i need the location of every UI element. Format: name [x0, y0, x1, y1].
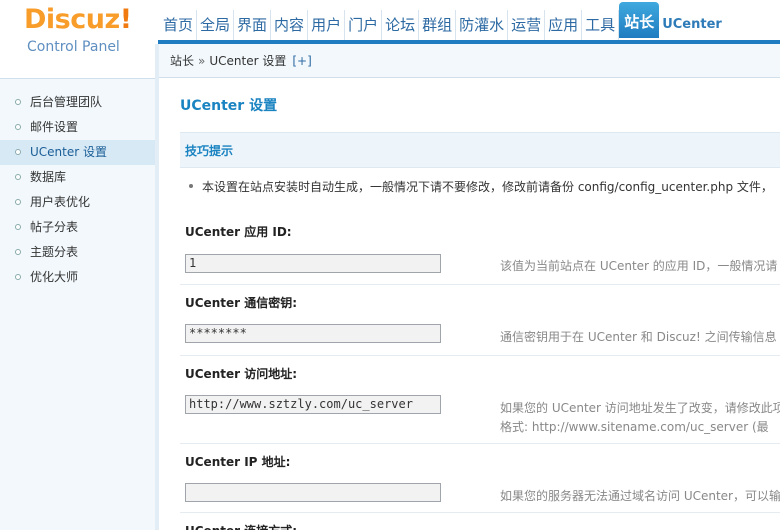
circle-bullet-icon: [15, 224, 21, 230]
nav-item-users[interactable]: 用户: [308, 10, 346, 40]
circle-bullet-icon: [15, 249, 21, 255]
row-divider: [180, 443, 780, 444]
comm-key-label: UCenter 通信密钥:: [185, 296, 298, 310]
access-url-input[interactable]: http://www.sztzly.com/uc_server: [185, 395, 441, 414]
circle-bullet-icon: [15, 99, 21, 105]
comm-key-input[interactable]: ********: [185, 324, 441, 343]
ip-address-input[interactable]: [185, 483, 441, 502]
connect-method-label: UCenter 连接方式:: [185, 522, 297, 530]
sidebar-item-thread-split[interactable]: 主题分表: [0, 240, 155, 265]
ip-address-description: 如果您的服务器无法通过域名访问 UCenter，可以输: [500, 489, 780, 503]
ip-address-label: UCenter IP 地址:: [185, 455, 291, 469]
breadcrumb: 站长 » UCenter 设置 [+]: [159, 44, 780, 78]
breadcrumb-separator: »: [198, 54, 206, 68]
app-id-input[interactable]: 1: [185, 254, 441, 273]
logo-subtitle: Control Panel: [27, 39, 120, 55]
nav-item-founder[interactable]: 站长: [619, 2, 660, 38]
circle-bullet-icon: [15, 174, 21, 180]
sidebar-item-post-split[interactable]: 帖子分表: [0, 215, 155, 240]
sidebar-item-ucenter[interactable]: UCenter 设置: [0, 140, 155, 165]
circle-bullet-icon: [15, 149, 21, 155]
add-shortcut-button[interactable]: [+]: [292, 54, 311, 68]
nav-item-global[interactable]: 全局: [197, 10, 235, 40]
circle-bullet-icon: [15, 124, 21, 130]
row-divider: [180, 284, 780, 285]
nav-item-tools[interactable]: 工具: [582, 10, 620, 40]
row-divider: [180, 512, 780, 513]
nav-item-forum[interactable]: 论坛: [382, 10, 420, 40]
nav-item-apps[interactable]: 应用: [545, 10, 583, 40]
discuz-logo[interactable]: Discuz!: [24, 6, 132, 34]
breadcrumb-current: UCenter 设置: [209, 54, 287, 68]
tips-header: 技巧提示: [180, 132, 780, 168]
nav-item-antispam[interactable]: 防灌水: [456, 10, 509, 40]
breadcrumb-home[interactable]: 站长: [170, 54, 194, 68]
app-id-label: UCenter 应用 ID:: [185, 225, 292, 239]
nav-item-portal[interactable]: 门户: [345, 10, 383, 40]
access-url-format-hint: 格式: http://www.sitename.com/uc_server (最: [500, 420, 769, 434]
row-divider: [180, 355, 780, 356]
nav-item-ucenter[interactable]: UCenter: [659, 10, 725, 40]
circle-bullet-icon: [15, 274, 21, 280]
circle-bullet-icon: [15, 199, 21, 205]
nav-item-content[interactable]: 内容: [271, 10, 309, 40]
header: Discuz! Control Panel 首页 全局 界面 内容 用户 门户 …: [0, 0, 780, 55]
sidebar: 后台管理团队 邮件设置 UCenter 设置 数据库 用户表优化 帖子分表 主题…: [0, 78, 155, 530]
access-url-label: UCenter 访问地址:: [185, 367, 298, 381]
bullet-icon: [189, 183, 193, 188]
comm-key-description: 通信密钥用于在 UCenter 和 Discuz! 之间传输信息: [500, 330, 777, 344]
tip-text: 本设置在站点安装时自动生成，一般情况下请不要修改，修改前请备份 config/c…: [189, 178, 773, 195]
sidebar-item-optimizer[interactable]: 优化大师: [0, 265, 155, 290]
app-id-description: 该值为当前站点在 UCenter 的应用 ID，一般情况请: [500, 259, 778, 273]
access-url-description: 如果您的 UCenter 访问地址发生了改变，请修改此项: [500, 401, 780, 415]
nav-item-group[interactable]: 群组: [419, 10, 457, 40]
sidebar-item-mail[interactable]: 邮件设置: [0, 115, 155, 140]
sidebar-item-usertable[interactable]: 用户表优化: [0, 190, 155, 215]
page-title: UCenter 设置: [180, 98, 278, 114]
nav-item-home[interactable]: 首页: [160, 10, 198, 40]
top-nav: 首页 全局 界面 内容 用户 门户 论坛 群组 防灌水 运营 应用 工具 站长 …: [160, 2, 725, 42]
sidebar-item-admin-team[interactable]: 后台管理团队: [0, 90, 155, 115]
nav-item-operation[interactable]: 运营: [508, 10, 546, 40]
main-content: UCenter 设置 技巧提示 本设置在站点安装时自动生成，一般情况下请不要修改…: [159, 79, 780, 530]
sidebar-item-database[interactable]: 数据库: [0, 165, 155, 190]
nav-item-style[interactable]: 界面: [234, 10, 272, 40]
